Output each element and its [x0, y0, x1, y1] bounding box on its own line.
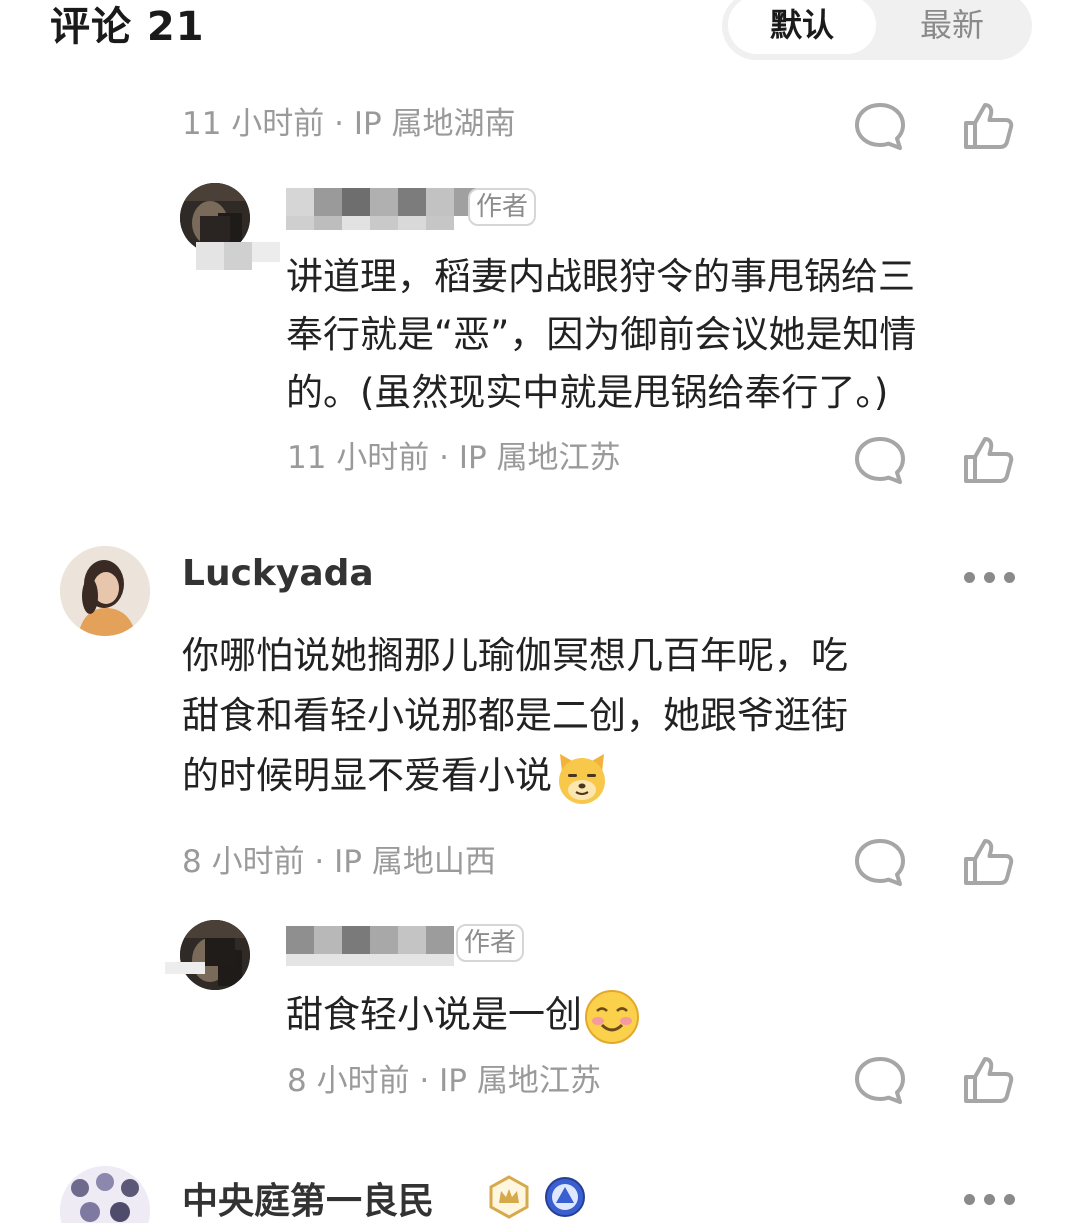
comments-count-title: 评论 21 — [50, 4, 205, 50]
comment-text: 你哪怕说她搁那儿瑜伽冥想几百年呢，吃 甜食和看轻小说那都是二创，她跟爷逛街 的时… — [182, 626, 1022, 808]
comment-text-line: 你哪怕说她搁那儿瑜伽冥想几百年呢，吃 — [182, 634, 848, 677]
comment-actions — [850, 832, 1014, 892]
reply-text-line: 的。(虽然现实中就是甩锅给奉行了。) — [286, 371, 889, 414]
comment-text-segment: 的时候明显不爱看小说 — [182, 754, 552, 797]
username[interactable]: 中央庭第一良民 — [182, 1172, 434, 1223]
reply-text-segment: 甜食轻小说是一创 — [286, 993, 582, 1036]
avatar[interactable] — [60, 546, 150, 636]
crown-badge-icon — [489, 1175, 529, 1219]
reply-text-line: 奉行就是“恶”，因为御前会议她是知情 — [286, 313, 917, 356]
author-tag: 作者 — [456, 924, 525, 962]
more-options-icon[interactable] — [962, 568, 1022, 588]
reply-meta: 11 小时前 · IP 属地江苏 — [287, 440, 621, 476]
comment-actions — [850, 96, 1014, 156]
reply-text: 甜食轻小说是一创 — [286, 986, 1026, 1047]
like-icon[interactable] — [958, 832, 1018, 892]
reply-icon[interactable] — [850, 96, 910, 156]
like-icon[interactable] — [958, 430, 1018, 490]
dog-face-emoji — [559, 753, 605, 804]
reply-text-line: 讲道理，稻妻内战眼狩令的事甩锅给三 — [286, 255, 915, 298]
comments-header: 评论 21 默认 最新 — [0, 0, 1080, 70]
username-blur-mosaic — [165, 926, 454, 974]
avatar-image — [60, 1166, 150, 1223]
reply-icon[interactable] — [850, 430, 910, 490]
like-icon[interactable] — [958, 96, 1018, 156]
reply-actions — [850, 430, 1014, 490]
sort-default-button[interactable]: 默认 — [728, 0, 876, 54]
comment-meta: 8 小时前 · IP 属地山西 — [182, 844, 496, 880]
level-up-badge-icon — [545, 1177, 585, 1217]
like-icon[interactable] — [958, 1050, 1018, 1110]
comment-meta: 11 小时前 · IP 属地湖南 — [182, 106, 516, 142]
avatar-image — [60, 546, 150, 636]
author-tag: 作者 — [468, 188, 537, 226]
smiling-face-emoji — [585, 989, 639, 1044]
avatar[interactable] — [60, 1166, 150, 1223]
sort-toggle[interactable]: 默认 最新 — [722, 0, 1032, 60]
more-options-icon[interactable] — [962, 1190, 1022, 1210]
reply-meta: 8 小时前 · IP 属地江苏 — [287, 1063, 601, 1099]
sort-latest-button[interactable]: 最新 — [878, 0, 1026, 54]
username[interactable]: Luckyada — [182, 553, 374, 594]
comment-text-line: 的时候明显不爱看小说 — [182, 746, 1022, 808]
reply-actions — [850, 1050, 1014, 1110]
reply-icon[interactable] — [850, 1050, 910, 1110]
comment-text-line: 甜食和看轻小说那都是二创，她跟爷逛街 — [182, 694, 848, 737]
reply-icon[interactable] — [850, 832, 910, 892]
reply-text: 讲道理，稻妻内战眼狩令的事甩锅给三 奉行就是“恶”，因为御前会议她是知情 的。(… — [286, 248, 1026, 422]
